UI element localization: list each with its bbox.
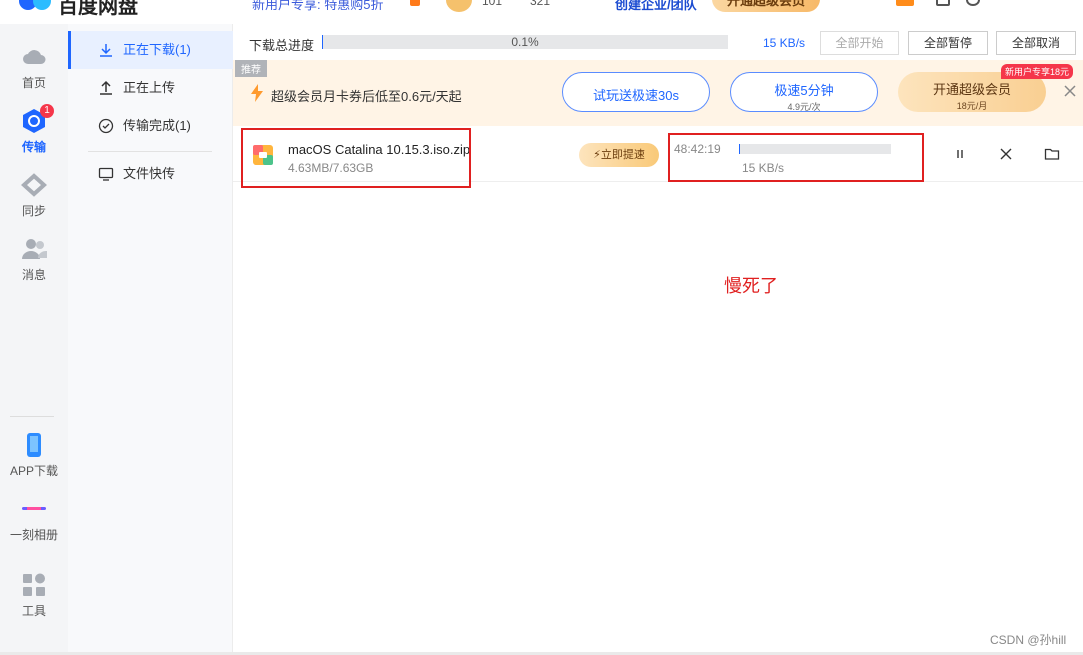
rail-divider [10, 416, 54, 417]
sync-icon [21, 173, 47, 197]
cancel-icon[interactable] [998, 146, 1014, 162]
subnav-divider [88, 151, 212, 152]
newuser-promo-link[interactable]: 新用户专享: 特惠购5折 [252, 0, 383, 13]
rail-item-sync[interactable]: 同步 [0, 172, 68, 219]
grid-icon [23, 573, 45, 596]
cloud-icon [23, 50, 46, 64]
pause-icon[interactable] [952, 146, 968, 162]
album-icon [22, 507, 46, 510]
boost-lightning-icon: ⚡ [593, 149, 601, 161]
download-icon [100, 44, 112, 57]
subnav-item-completed[interactable]: 传输完成(1) [68, 107, 233, 145]
monitor-icon [98, 167, 114, 181]
left-rail: 首页 1 传输 同步 消息 APP下载 一刻相册 工具 [0, 24, 68, 655]
cancel-all-button[interactable]: 全部取消 [996, 31, 1076, 55]
pause-all-button[interactable]: 全部暂停 [908, 31, 988, 55]
lightning-icon [251, 84, 263, 102]
gift-icon[interactable] [410, 0, 420, 6]
create-team-link[interactable]: 创建企业/团队 [615, 0, 697, 13]
boost-button[interactable]: ⚡立即提速 [579, 143, 659, 167]
settings-icon[interactable] [966, 0, 980, 6]
transfer-subnav: 正在下载(1) 正在上传 传输完成(1) 文件快传 [68, 24, 233, 655]
total-progress-label: 下载总进度 [249, 38, 315, 53]
subnav-item-uploading[interactable]: 正在上传 [68, 69, 233, 107]
folder-icon[interactable] [1044, 146, 1060, 162]
annotation-text: 慢死了 [724, 276, 778, 296]
total-progress-bar: 0.1% [322, 35, 728, 49]
download-panel: 下载总进度 0.1% 15 KB/s 全部开始 全部暂停 全部取消 推荐 超级会… [233, 24, 1083, 655]
app-brand: 百度网盘 [58, 0, 138, 18]
title-bar: 百度网盘 新用户专享: 特惠购5折 101 321 创建企业/团队 开通超级会员 [0, 0, 1083, 24]
check-circle-icon [98, 118, 114, 134]
speed-5min-button[interactable]: 极速5分钟 4.9元/次 [730, 72, 878, 112]
rail-item-tools[interactable]: 工具 [0, 572, 68, 619]
total-progress-row: 下载总进度 0.1% 15 KB/s 全部开始 全部暂停 全部取消 [233, 24, 1083, 60]
start-all-button[interactable]: 全部开始 [820, 31, 899, 55]
newuser-badge: 新用户专享18元 [1001, 64, 1074, 79]
baidu-netdisk-logo-icon [19, 0, 51, 10]
watermark: CSDN @孙hill [990, 633, 1067, 647]
recommend-tag: 推荐 [235, 60, 267, 77]
subnav-item-downloading[interactable]: 正在下载(1) [68, 31, 233, 69]
total-speed: 15 KB/s [763, 36, 806, 50]
transfer-badge: 1 [40, 104, 54, 118]
subnav-item-quick-transfer[interactable]: 文件快传 [68, 155, 233, 193]
close-icon[interactable] [1063, 84, 1077, 98]
trial-speed-button[interactable]: 试玩送极速30s [562, 72, 710, 112]
phone-icon [27, 433, 41, 457]
stat-count-2: 321 [530, 0, 551, 8]
highlight-box-file [241, 128, 471, 188]
rail-item-messages[interactable]: 消息 [0, 236, 68, 283]
highlight-box-speed [668, 133, 924, 182]
skin-icon[interactable] [896, 0, 914, 6]
rail-item-home[interactable]: 首页 [0, 44, 68, 91]
rail-item-album[interactable]: 一刻相册 [0, 496, 68, 543]
stat-count-1: 101 [482, 0, 503, 8]
upload-icon [100, 80, 112, 95]
vip-promo-banner: 推荐 超级会员月卡券后低至0.6元/天起 试玩送极速30s 极速5分钟 4.9元… [233, 60, 1083, 126]
people-icon [22, 239, 47, 259]
promo-text: 超级会员月卡券后低至0.6元/天起 [271, 89, 462, 104]
total-progress-percent: 0.1% [511, 35, 539, 49]
avatar[interactable] [446, 0, 472, 12]
rail-item-transfer[interactable]: 1 传输 [0, 104, 68, 155]
mail-icon[interactable] [936, 0, 950, 6]
rail-item-app-download[interactable]: APP下载 [0, 432, 68, 479]
open-vip-button[interactable]: 开通超级会员 [712, 0, 820, 12]
